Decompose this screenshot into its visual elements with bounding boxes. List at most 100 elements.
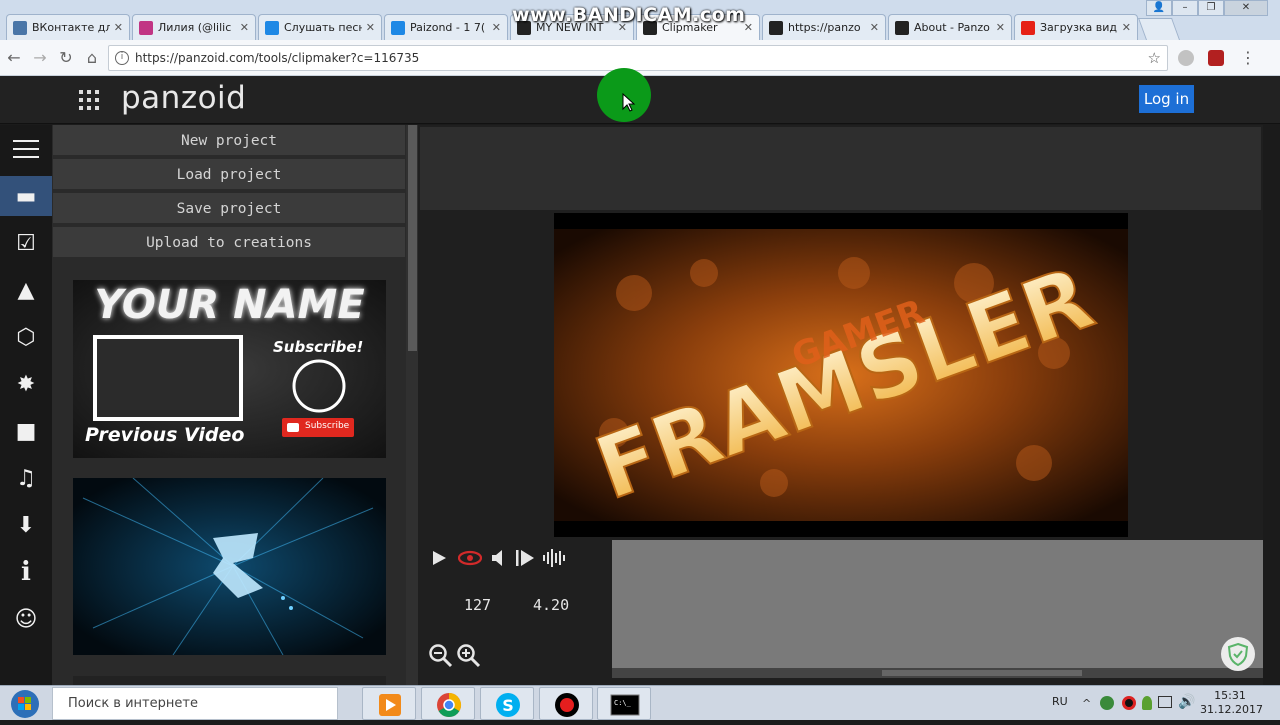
template-thumbnail-endscreen[interactable]: YOUR NAME Subscribe! Subscribe Previous … xyxy=(73,280,386,458)
taskbar-search-placeholder[interactable]: Поиск в интернете xyxy=(68,696,198,711)
volume-icon[interactable] xyxy=(490,549,508,567)
zoom-in-icon[interactable] xyxy=(456,643,482,669)
browser-tab-label: Загрузка вид xyxy=(1040,21,1118,34)
tab-close-icon[interactable]: ✕ xyxy=(240,21,249,34)
maximize-button[interactable]: ❐ xyxy=(1198,0,1224,16)
tab-close-icon[interactable]: ✕ xyxy=(870,21,879,34)
editor-main: FRAMSLER GAMER 127 4.20 xyxy=(418,125,1263,685)
search-q-icon xyxy=(265,20,279,35)
apps-grid-icon[interactable] xyxy=(79,90,99,110)
tray-volume-icon[interactable]: 🔊 xyxy=(1178,694,1195,710)
burst-icon[interactable]: ✸ xyxy=(0,364,52,404)
template-thumbnail-intro[interactable] xyxy=(73,478,386,655)
taskbar-skype[interactable]: S xyxy=(480,687,534,720)
camera-icon[interactable]: ■ xyxy=(0,411,52,451)
browser-tab-8[interactable]: Загрузка вид ✕ xyxy=(1014,14,1138,40)
panzoid-icon xyxy=(895,20,909,35)
vk-icon xyxy=(13,20,27,35)
browser-tab-2[interactable]: Слушать песн ✕ xyxy=(258,14,382,40)
search-q-icon xyxy=(391,20,405,35)
browser-tab-7[interactable]: About - Panzo ✕ xyxy=(888,14,1012,40)
panel-button-new-project[interactable]: New project xyxy=(53,125,405,157)
browser-toolbar: ← → ↻ ⌂ i https://panzoid.com/tools/clip… xyxy=(0,40,1280,76)
system-tray: RU ^ 🔊 xyxy=(1050,689,1210,717)
extension-ublock-icon[interactable] xyxy=(1208,50,1224,66)
tray-network-icon[interactable] xyxy=(1158,696,1172,708)
svg-text:C:\_: C:\_ xyxy=(614,699,632,707)
taskbar-bandicam[interactable] xyxy=(539,687,593,720)
youtube-icon xyxy=(1021,20,1035,35)
panel-button-save-project[interactable]: Save project xyxy=(53,193,405,225)
browser-menu-icon[interactable]: ⋮ xyxy=(1240,48,1256,67)
timeline-area[interactable] xyxy=(612,540,1263,668)
smiley-icon[interactable]: ☺ xyxy=(0,599,52,639)
taskbar-chrome[interactable] xyxy=(421,687,475,720)
panzoid-icon xyxy=(769,20,783,35)
folder-icon[interactable]: ▬ xyxy=(0,176,52,216)
tray-android-icon[interactable] xyxy=(1142,696,1152,710)
tab-close-icon[interactable]: ✕ xyxy=(996,21,1005,34)
thumb-your-name-text: YOUR NAME xyxy=(94,282,365,328)
tab-close-icon[interactable]: ✕ xyxy=(492,21,501,34)
landscape-icon[interactable]: ▲ xyxy=(0,270,52,310)
info-icon[interactable]: i xyxy=(0,552,52,592)
reload-button[interactable]: ↻ xyxy=(56,48,76,68)
browser-tab-0[interactable]: ВКонтакте дл ✕ xyxy=(6,14,130,40)
step-forward-icon[interactable] xyxy=(514,549,536,567)
windows-logo-icon xyxy=(11,690,39,718)
info-icon[interactable]: i xyxy=(115,51,129,65)
close-window-button[interactable]: ✕ xyxy=(1224,0,1268,16)
taskbar-cmd[interactable]: C:\_ xyxy=(597,687,651,720)
tab-close-icon[interactable]: ✕ xyxy=(366,21,375,34)
language-indicator[interactable]: RU xyxy=(1052,695,1068,708)
browser-tab-3[interactable]: Paizond - 1 7( ✕ xyxy=(384,14,508,40)
taskbar-search[interactable]: Поиск в интернете xyxy=(52,687,338,720)
profile-icon[interactable]: 👤 xyxy=(1146,0,1172,16)
checkbox-icon[interactable]: ☑ xyxy=(0,223,52,263)
time-readout: 4.20 xyxy=(533,596,570,614)
panel-button-load-project[interactable]: Load project xyxy=(53,159,405,191)
minimize-button[interactable]: – xyxy=(1172,0,1198,16)
tray-expand-icon[interactable]: ^ xyxy=(1082,697,1091,710)
video-preview[interactable]: FRAMSLER GAMER xyxy=(554,213,1128,537)
browser-tab-label: Paizond - 1 7( xyxy=(410,21,486,34)
adguard-shield-icon[interactable] xyxy=(1221,637,1255,671)
site-logo[interactable]: panzoid xyxy=(121,80,246,116)
login-button[interactable]: Log in xyxy=(1139,85,1194,113)
eye-icon[interactable] xyxy=(458,549,482,567)
cube-icon[interactable]: ⬡ xyxy=(0,317,52,357)
play-icon[interactable] xyxy=(430,549,448,567)
tab-close-icon[interactable]: ✕ xyxy=(114,21,123,34)
music-icon[interactable]: ♫ xyxy=(0,458,52,498)
forward-button[interactable]: → xyxy=(30,48,50,68)
menu-icon[interactable] xyxy=(0,129,52,169)
browser-tab-label: Слушать песн xyxy=(284,21,362,34)
address-url[interactable]: https://panzoid.com/tools/clipmaker?c=11… xyxy=(135,51,419,65)
timeline-scrollbar-thumb[interactable] xyxy=(882,670,1082,676)
mouse-cursor-icon xyxy=(622,93,636,112)
browser-tab-6[interactable]: https://panzo ✕ xyxy=(762,14,886,40)
taskbar-clock[interactable]: 15:31 31.12.2017 xyxy=(1200,689,1263,717)
clock-date: 31.12.2017 xyxy=(1200,703,1263,716)
tray-record-icon[interactable] xyxy=(1122,696,1136,710)
zoom-out-icon[interactable] xyxy=(428,643,454,669)
start-button[interactable] xyxy=(4,688,46,719)
thumb-previous-video-text: Previous Video xyxy=(85,424,245,446)
waveform-icon[interactable] xyxy=(542,549,566,567)
download-icon[interactable]: ⬇ xyxy=(0,505,52,545)
address-bar[interactable]: i https://panzoid.com/tools/clipmaker?c=… xyxy=(108,45,1168,71)
new-tab-button[interactable] xyxy=(1137,18,1181,40)
tab-close-icon[interactable]: ✕ xyxy=(1122,21,1131,34)
extension-globe-icon[interactable] xyxy=(1178,50,1194,66)
panel-scrollbar-thumb[interactable] xyxy=(408,125,417,351)
clock-time: 15:31 xyxy=(1214,689,1246,702)
instagram-icon xyxy=(139,20,153,35)
home-button[interactable]: ⌂ xyxy=(82,48,102,68)
browser-tab-1[interactable]: Лилия (@lilic ✕ xyxy=(132,14,256,40)
panel-button-upload-to-creations[interactable]: Upload to creations xyxy=(53,227,405,259)
thumb-subscribe-text: Subscribe! xyxy=(273,338,364,356)
back-button[interactable]: ← xyxy=(4,48,24,68)
taskbar-media-player[interactable] xyxy=(362,687,416,720)
tray-shield-icon[interactable] xyxy=(1100,696,1114,710)
bookmark-star-icon[interactable]: ☆ xyxy=(1148,49,1161,67)
